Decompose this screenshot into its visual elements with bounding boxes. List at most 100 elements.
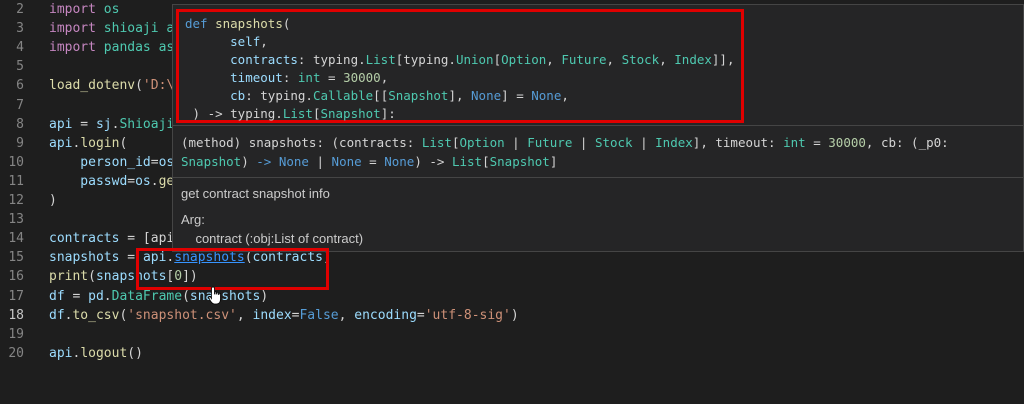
code-token: ( (88, 269, 96, 285)
code-token: , (338, 307, 355, 323)
code-token: import (49, 40, 104, 56)
sig-token: , (380, 70, 389, 85)
code-token: Shioaji (119, 116, 175, 132)
code-token: snapshots (49, 250, 120, 266)
code-text[interactable]: contracts = [api (49, 229, 174, 248)
code-text[interactable]: api.logout() (49, 344, 143, 363)
sig-token: [typing. (395, 52, 456, 67)
code-text[interactable]: load_dotenv('D:\ (49, 76, 174, 95)
code-token: 'snapshot.csv' (127, 307, 237, 323)
code-token: api (49, 135, 73, 151)
hover-tooltip: def snapshots( self, contracts: typing.L… (172, 4, 1024, 252)
code-text[interactable]: passwd=os.ge (49, 172, 174, 191)
code-token: to_csv (72, 307, 120, 323)
code-token: print (49, 269, 89, 285)
sig-token: List (365, 52, 396, 67)
signature-highlight-box: def snapshots( self, contracts: typing.L… (176, 9, 744, 123)
method-token: ] (549, 154, 558, 169)
code-token: = (64, 288, 89, 304)
signature-line: def snapshots( (185, 14, 290, 33)
sig-token: , (606, 52, 622, 67)
code-token: person_id (49, 154, 151, 170)
code-token: load_dotenv (49, 78, 136, 94)
method-token: Future (527, 135, 573, 150)
sig-token (185, 88, 230, 103)
code-token: = (416, 307, 425, 323)
code-token: api (49, 345, 73, 361)
call-highlight-box (136, 248, 329, 290)
line-number: 19 (8, 326, 24, 342)
signature-line: self, (185, 32, 268, 51)
line-number: 4 (16, 40, 24, 56)
code-token: , (236, 307, 253, 323)
sig-token: = (320, 70, 344, 85)
sig-token: int (297, 70, 321, 85)
code-token: sj (95, 116, 112, 132)
sig-token: None (531, 88, 562, 103)
code-token: () (127, 345, 143, 361)
code-token: ( (135, 78, 143, 94)
code-token: os (103, 2, 120, 17)
line-number: 18 (8, 307, 24, 323)
divider (173, 177, 1023, 178)
line-number: 9 (16, 135, 24, 151)
code-text[interactable]: import shioaji a (49, 19, 174, 38)
sig-token: ) -> typing. (185, 106, 283, 121)
sig-token: , (561, 88, 569, 103)
code-token: df (49, 288, 65, 304)
method-token: [ (482, 154, 490, 169)
line-number: 6 (16, 78, 24, 94)
code-text[interactable]: import os (49, 0, 119, 19)
code-token: snapshots (189, 288, 261, 304)
sig-token: Union (455, 52, 494, 67)
code-token: False (299, 307, 339, 323)
code-token: passwd (49, 173, 128, 189)
doc-description: get contract snapshot info (181, 186, 330, 201)
signature-line: ) -> typing.List[Snapshot]: (185, 104, 396, 123)
code-token: pandas as (103, 40, 175, 56)
sig-token: snapshots (215, 16, 283, 31)
line-number: 16 (8, 269, 24, 285)
code-token: = (72, 116, 96, 132)
code-token: ) (260, 288, 269, 304)
line-number: 20 (8, 345, 24, 361)
code-token: ( (119, 135, 128, 151)
line-number: 10 (8, 154, 24, 170)
code-text[interactable]: df.to_csv('snapshot.csv', index=False, e… (49, 306, 519, 325)
method-token: None (384, 154, 415, 169)
method-token: Snapshot (489, 154, 550, 169)
code-token: df (49, 307, 65, 323)
sig-token: ] = (501, 88, 532, 103)
sig-token: Callable (312, 88, 374, 103)
code-text[interactable]: api = sj.Shioaji (49, 115, 174, 134)
code-token: ) (49, 193, 57, 208)
method-token: ], timeout: (692, 135, 784, 150)
sig-token: , (260, 34, 268, 49)
code-token: DataFrame (111, 288, 183, 304)
line-number: 3 (16, 21, 24, 37)
sig-token: Snapshot (320, 106, 381, 121)
sig-token (185, 34, 230, 49)
sig-token: , (546, 52, 562, 67)
code-text[interactable]: import pandas as (49, 38, 174, 57)
line-number: 7 (16, 97, 24, 113)
line-number: 5 (16, 59, 24, 75)
code-token: 'D:\ (142, 78, 175, 94)
line-number: 15 (8, 250, 24, 266)
method-token: (method) snapshots: (contracts: (181, 135, 422, 150)
line-number: 11 (8, 173, 24, 189)
method-token: List (421, 135, 452, 150)
method-token: | (308, 154, 332, 169)
sig-token: : typing. (297, 52, 366, 67)
code-text[interactable]: ) (49, 191, 57, 210)
code-token: = (127, 173, 136, 189)
sig-token: , (659, 52, 675, 67)
code-token: 'utf-8-sig' (424, 307, 511, 323)
method-signature-line-1: (method) snapshots: (contracts: List[Opt… (181, 133, 949, 153)
code-text[interactable]: person_id=os (49, 153, 174, 172)
method-token: ) -> (414, 154, 452, 169)
code-text[interactable]: api.login( (49, 134, 127, 153)
hand-pointer-icon (208, 286, 221, 305)
method-token: , cb: (_p0: (865, 135, 949, 150)
divider (173, 125, 1023, 126)
